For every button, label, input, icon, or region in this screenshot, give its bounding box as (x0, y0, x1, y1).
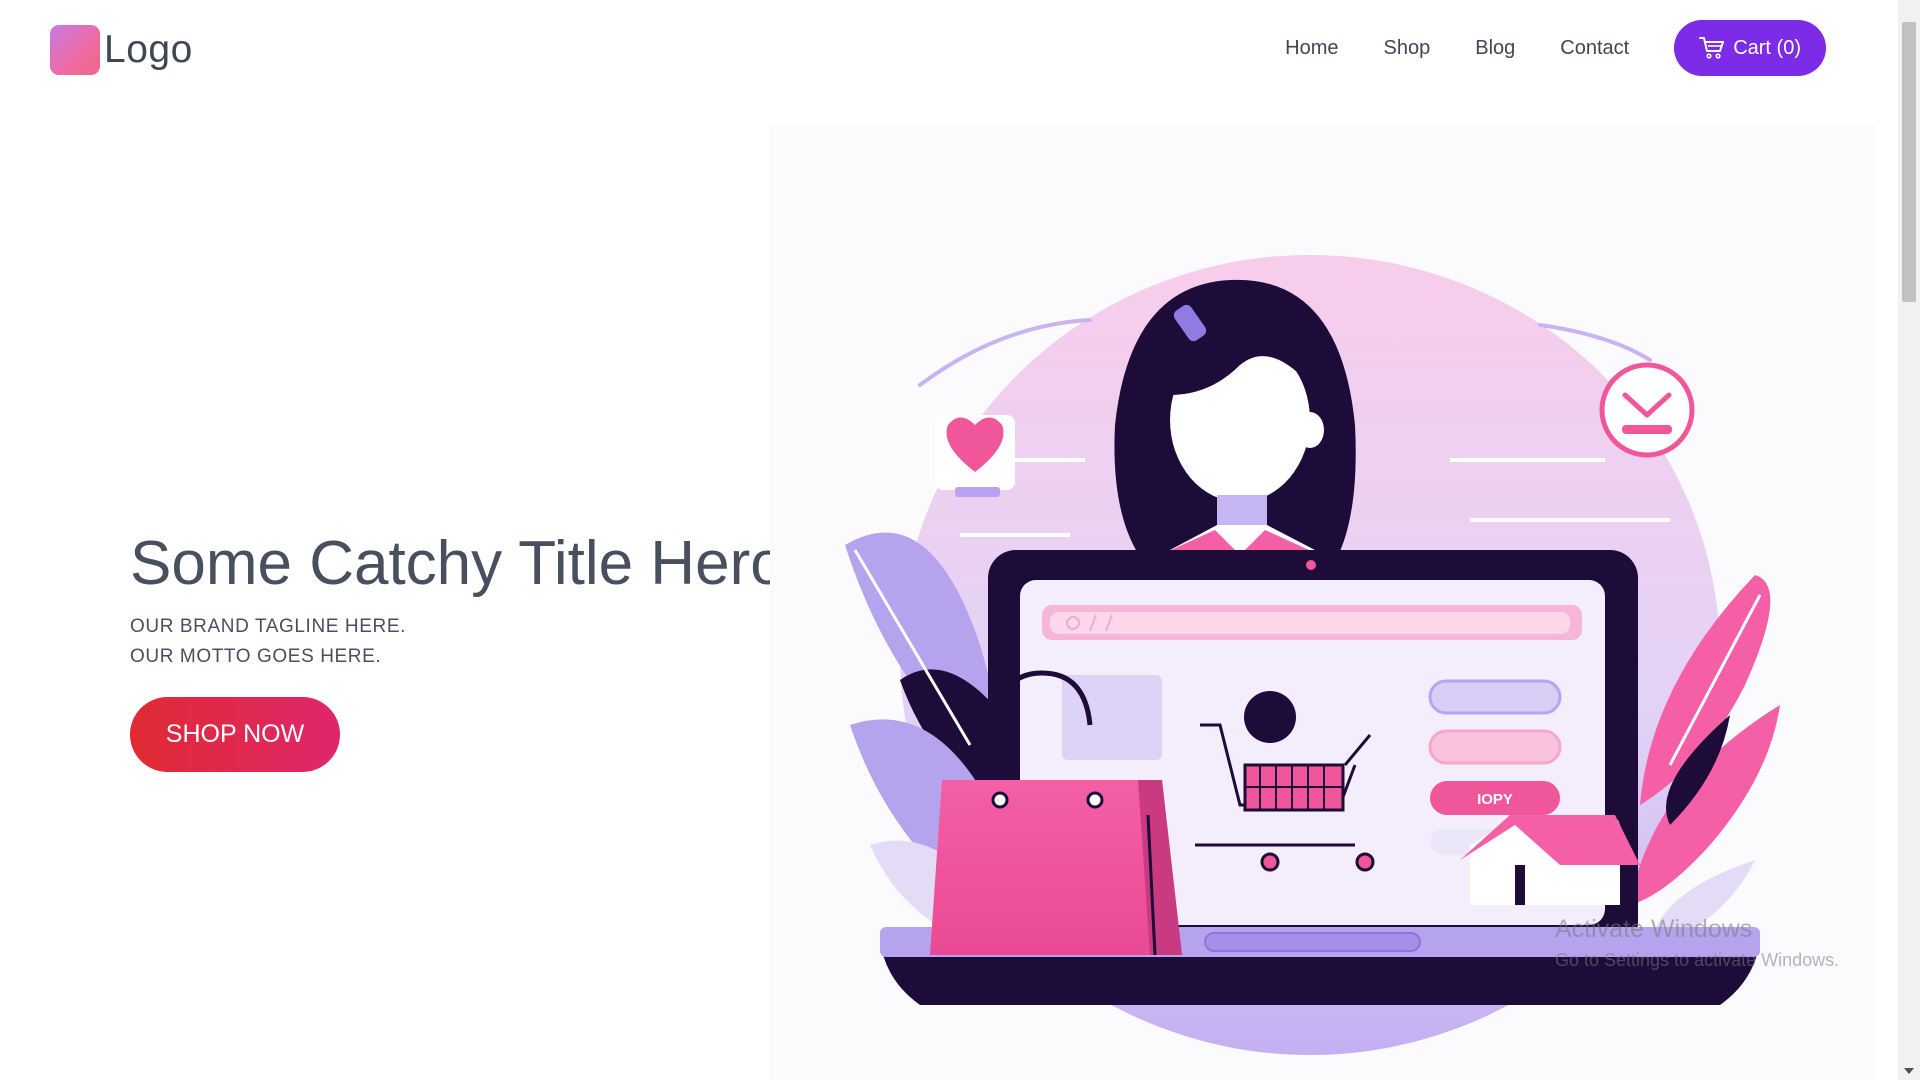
watermark-subtitle: Go to Settings to activate Windows. (1555, 950, 1840, 970)
cart-icon (1699, 37, 1725, 59)
scroll-down-icon[interactable] (1904, 1068, 1914, 1074)
hero-tagline: OUR BRAND TAGLINE HERE. (130, 616, 406, 637)
page-scrollbar[interactable] (1898, 0, 1920, 1080)
logo-link[interactable]: Logo (50, 25, 193, 75)
nav-home[interactable]: Home (1285, 37, 1338, 60)
download-icon (1599, 362, 1695, 458)
cart-label: Cart (0) (1733, 36, 1801, 59)
shop-now-button[interactable]: SHOP NOW (130, 697, 340, 772)
watermark-title: Activate Windows (1555, 915, 1753, 943)
nav-contact[interactable]: Contact (1560, 37, 1629, 60)
nav-blog[interactable]: Blog (1475, 37, 1515, 60)
cart-button[interactable]: Cart (0) (1674, 20, 1826, 76)
logo-text: Logo (104, 28, 193, 71)
windows-activation-watermark: Activate Windows Go to Settings to activ… (1555, 915, 1839, 971)
nav-shop[interactable]: Shop (1384, 37, 1431, 60)
hero-title: Some Catchy Title Hero (130, 529, 785, 598)
site-header: Logo Home Shop Blog Contact Cart (0) (0, 0, 1898, 100)
svg-text:IOPY: IOPY (1477, 791, 1513, 808)
main-nav: Home Shop Blog Contact Cart (0) (1285, 20, 1826, 76)
logo-mark (50, 25, 100, 75)
page: Logo Home Shop Blog Contact Cart (0) Som… (0, 0, 1920, 1080)
scrollbar-thumb[interactable] (1902, 22, 1916, 302)
hero-motto: OUR MOTTO GOES HERE. (130, 646, 382, 667)
